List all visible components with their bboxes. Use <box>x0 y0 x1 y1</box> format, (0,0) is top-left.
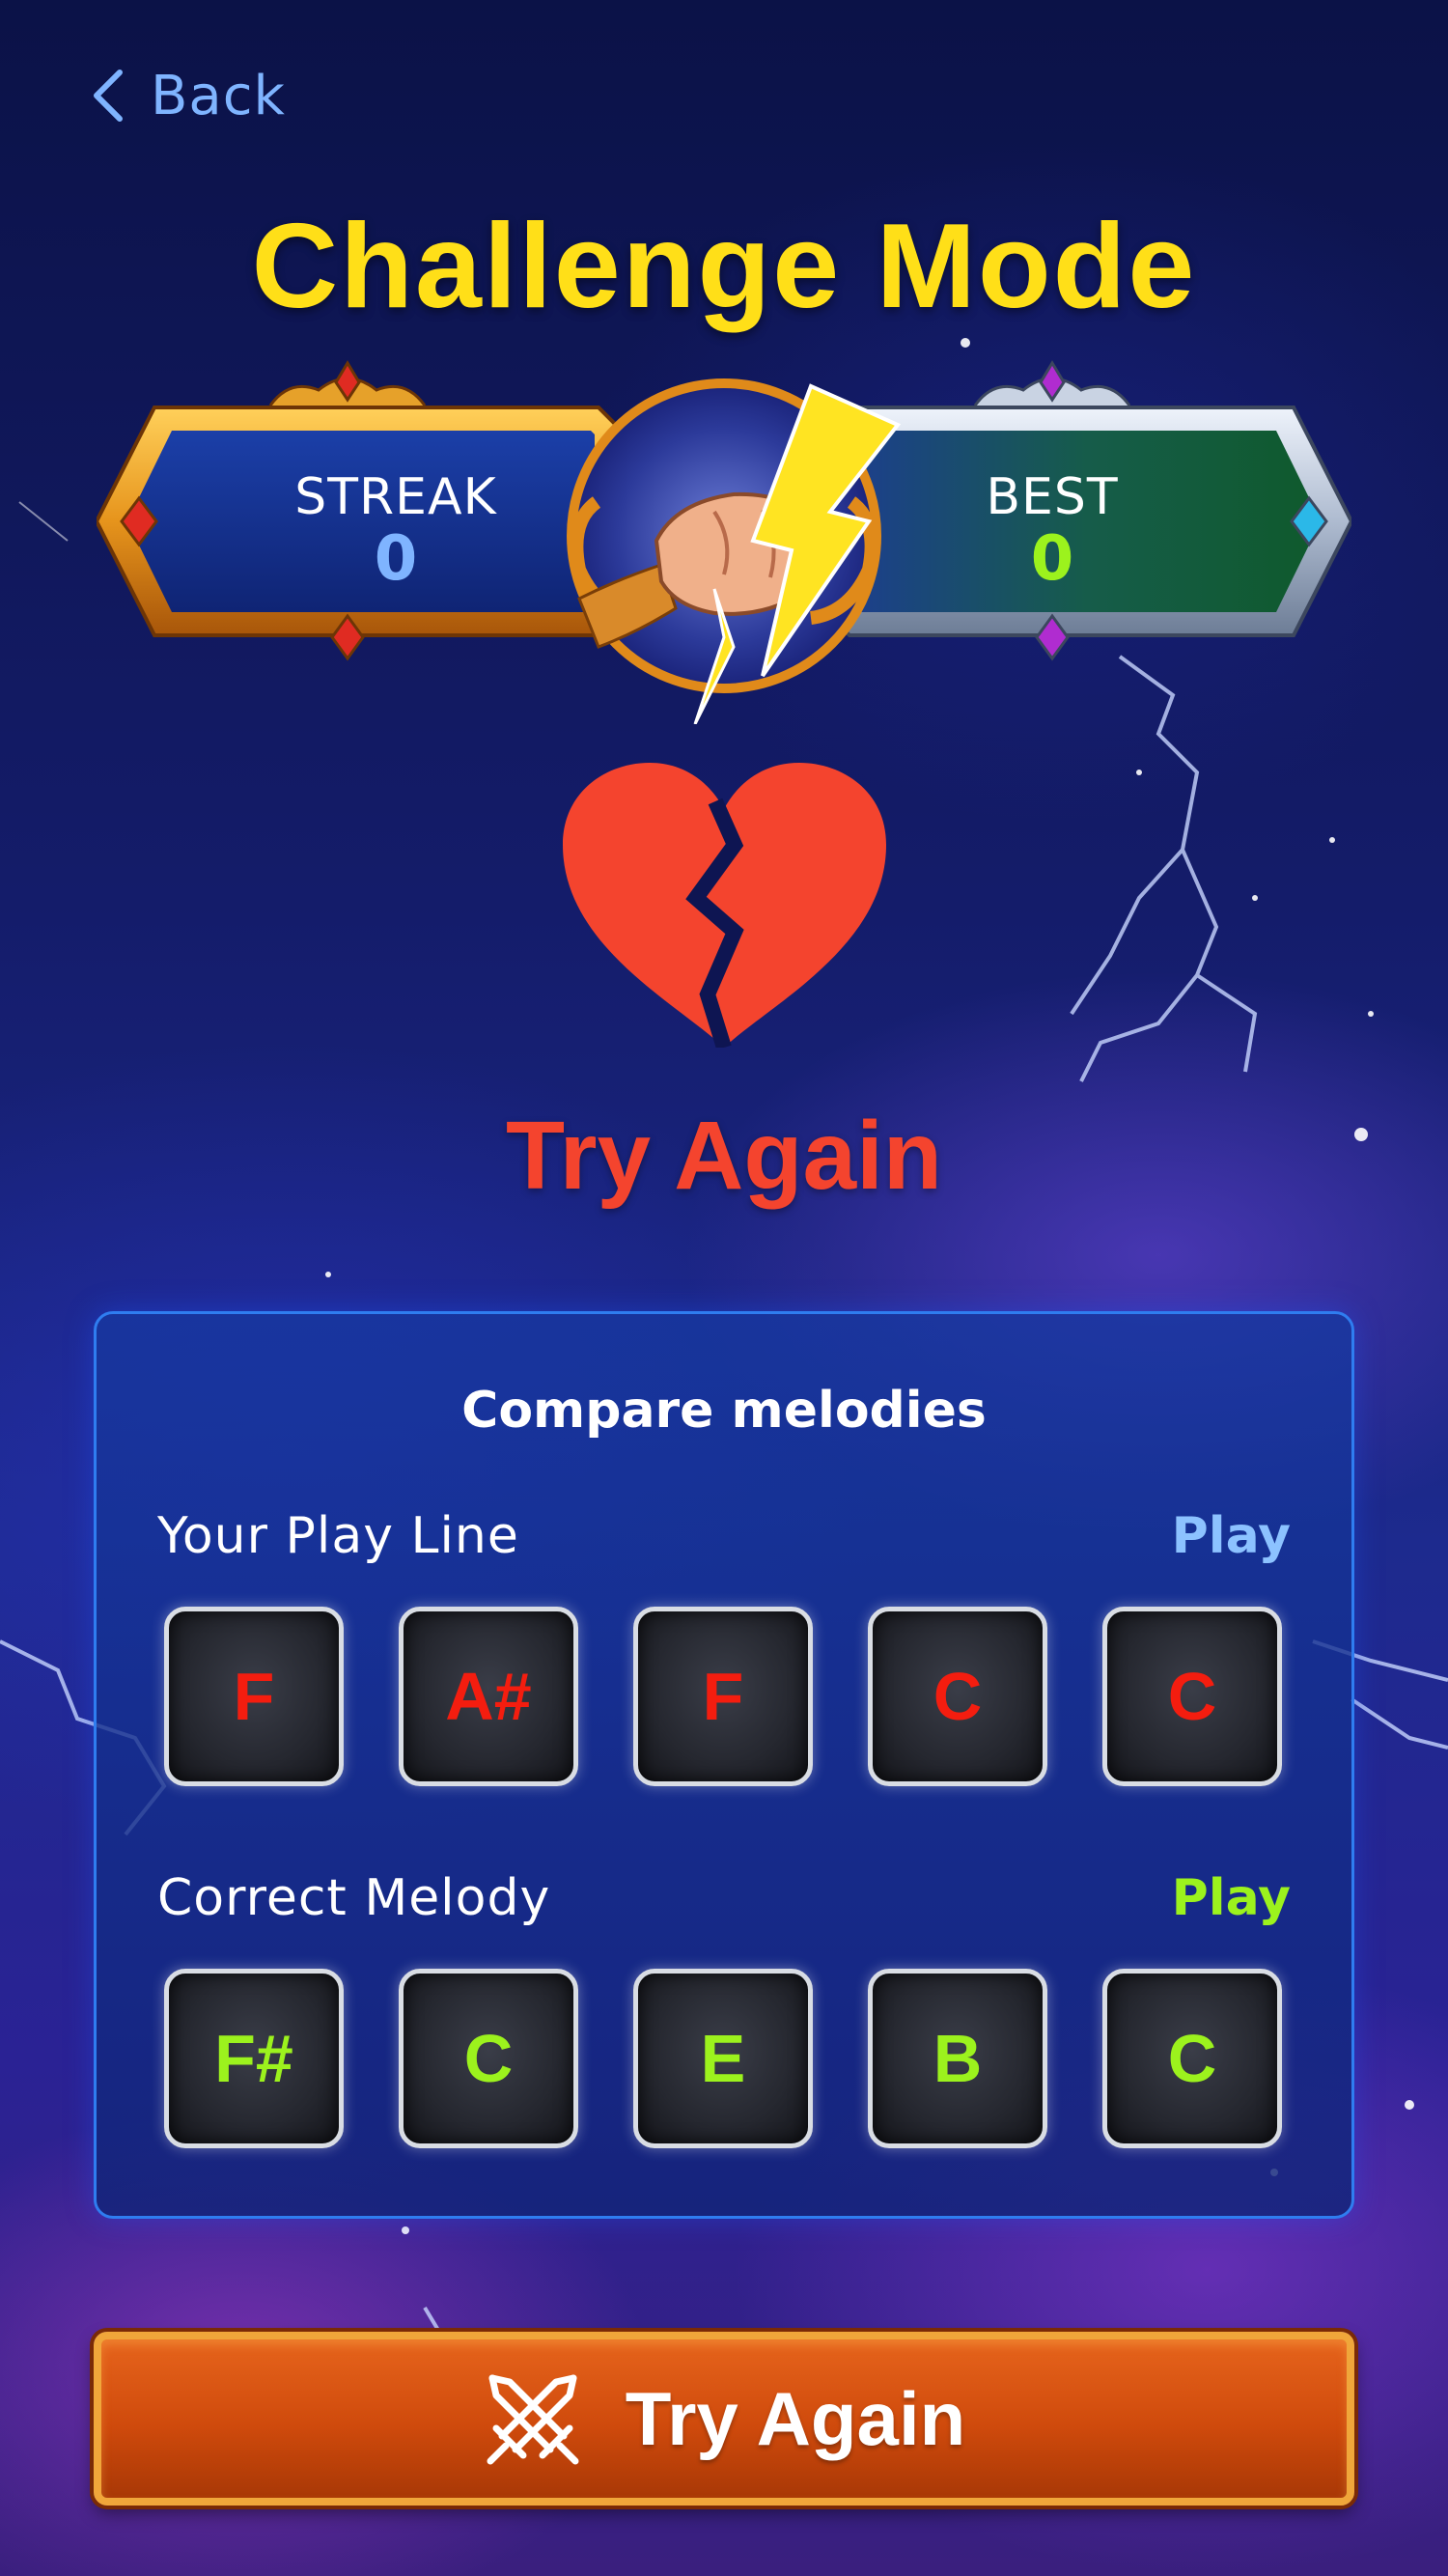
your-note-tile: C <box>1102 1607 1282 1786</box>
correct-note-tile: B <box>868 1969 1047 2148</box>
fist-lightning-icon <box>567 378 902 725</box>
back-label: Back <box>151 64 286 127</box>
your-note-tile: A# <box>399 1607 578 1786</box>
correct-line-tiles: F# C E B C <box>164 1969 1294 2152</box>
page-title: Challenge Mode <box>251 200 1197 333</box>
crossed-swords-icon <box>487 2374 579 2465</box>
your-note-tile: C <box>868 1607 1047 1786</box>
best-value: 0 <box>1030 523 1074 595</box>
your-note-tile: F <box>633 1607 813 1786</box>
score-banner: STREAK 0 BEST 0 <box>94 357 1354 725</box>
correct-line-label: Correct Melody <box>157 1869 551 1927</box>
streak-value: 0 <box>374 523 418 595</box>
your-line-tiles: F A# F C C <box>164 1607 1294 1790</box>
try-again-label: Try Again <box>625 2375 966 2461</box>
correct-note-tile: F# <box>164 1969 344 2148</box>
correct-note-tile: E <box>633 1969 813 2148</box>
your-line-label: Your Play Line <box>157 1507 519 1565</box>
correct-note-tile: C <box>1102 1969 1282 2148</box>
correct-note-tile: C <box>399 1969 578 2148</box>
compare-panel: Compare melodies Your Play Line Play F A… <box>94 1311 1354 2219</box>
broken-heart-icon <box>563 763 886 1048</box>
chevron-left-icon <box>94 70 123 122</box>
try-again-button[interactable]: Try Again <box>94 2332 1354 2506</box>
compare-title: Compare melodies <box>461 1382 987 1440</box>
your-note-tile: F <box>164 1607 344 1786</box>
back-button[interactable]: Back <box>89 60 286 131</box>
streak-label: STREAK <box>294 468 497 526</box>
your-line-play-button[interactable]: Play <box>1172 1507 1291 1565</box>
best-label: BEST <box>986 468 1119 526</box>
result-text: Try Again <box>506 1102 942 1210</box>
correct-line-play-button[interactable]: Play <box>1172 1869 1291 1927</box>
